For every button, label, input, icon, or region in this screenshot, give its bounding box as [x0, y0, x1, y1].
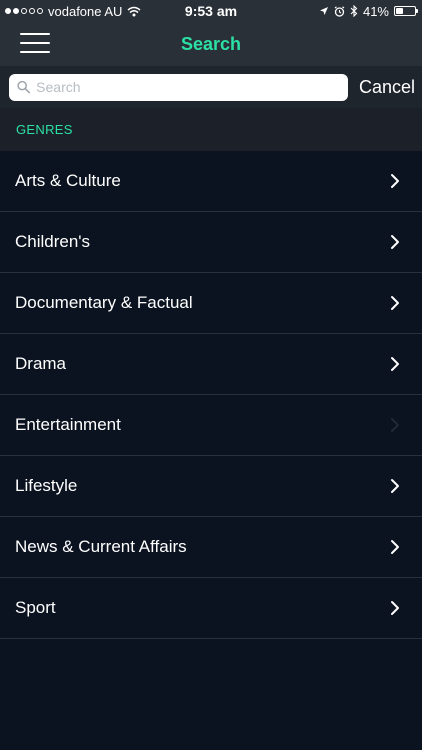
chevron-right-icon — [390, 173, 400, 189]
genre-list: Arts & Culture Children's Documentary & … — [0, 151, 422, 639]
search-field[interactable] — [9, 73, 348, 101]
page-title: Search — [180, 33, 242, 54]
menu-line — [20, 42, 50, 44]
genre-item-news-current-affairs[interactable]: News & Current Affairs — [0, 517, 422, 578]
chevron-right-icon — [390, 234, 400, 250]
wifi-icon — [127, 6, 141, 16]
genre-item-drama[interactable]: Drama — [0, 334, 422, 395]
status-bar: vodafone AU 9:53 am 41% — [0, 0, 422, 22]
genre-item-lifestyle[interactable]: Lifestyle — [0, 456, 422, 517]
section-title: GENRES — [16, 122, 73, 137]
search-bar: Cancel — [0, 66, 422, 108]
carrier-name: vodafone AU — [48, 3, 123, 19]
genre-item-sport[interactable]: Sport — [0, 578, 422, 639]
genre-item-childrens[interactable]: Children's — [0, 212, 422, 273]
genre-label: Arts & Culture — [15, 171, 121, 190]
chevron-right-icon — [390, 295, 400, 311]
signal-dot — [5, 8, 11, 14]
genre-item-arts-culture[interactable]: Arts & Culture — [0, 151, 422, 212]
chevron-right-icon — [390, 478, 400, 494]
bluetooth-icon — [350, 5, 358, 17]
genre-label: Children's — [15, 232, 91, 251]
location-arrow-icon — [319, 7, 328, 15]
genre-label: Drama — [15, 354, 67, 373]
hamburger-menu-icon[interactable] — [20, 31, 50, 55]
menu-line — [20, 51, 50, 53]
search-input[interactable] — [36, 79, 340, 95]
signal-dot — [29, 8, 35, 14]
signal-dot — [21, 8, 27, 14]
signal-strength-icon — [5, 8, 43, 14]
chevron-right-icon — [390, 356, 400, 372]
genre-label: News & Current Affairs — [15, 537, 187, 556]
genre-label: Documentary & Factual — [15, 293, 193, 312]
genre-label: Lifestyle — [15, 476, 78, 495]
battery-fill — [396, 8, 404, 14]
chevron-right-icon — [390, 417, 400, 433]
navigation-bar: Search — [0, 22, 422, 66]
genre-item-entertainment[interactable]: Entertainment — [0, 395, 422, 456]
menu-line — [20, 33, 50, 35]
search-icon — [17, 80, 30, 94]
status-left: vodafone AU — [5, 4, 141, 19]
chevron-right-icon — [390, 539, 400, 555]
section-header: GENRES — [0, 108, 422, 151]
alarm-clock-icon — [334, 5, 345, 17]
genre-label: Entertainment — [15, 415, 121, 434]
signal-dot — [13, 8, 19, 14]
genre-label: Sport — [15, 598, 56, 617]
chevron-right-icon — [390, 600, 400, 616]
signal-dot — [37, 8, 43, 14]
battery-icon — [394, 6, 418, 16]
genre-item-documentary-factual[interactable]: Documentary & Factual — [0, 273, 422, 334]
cancel-button[interactable]: Cancel — [359, 77, 415, 98]
status-right: 41% — [319, 3, 418, 19]
battery-percent: 41% — [362, 3, 389, 19]
